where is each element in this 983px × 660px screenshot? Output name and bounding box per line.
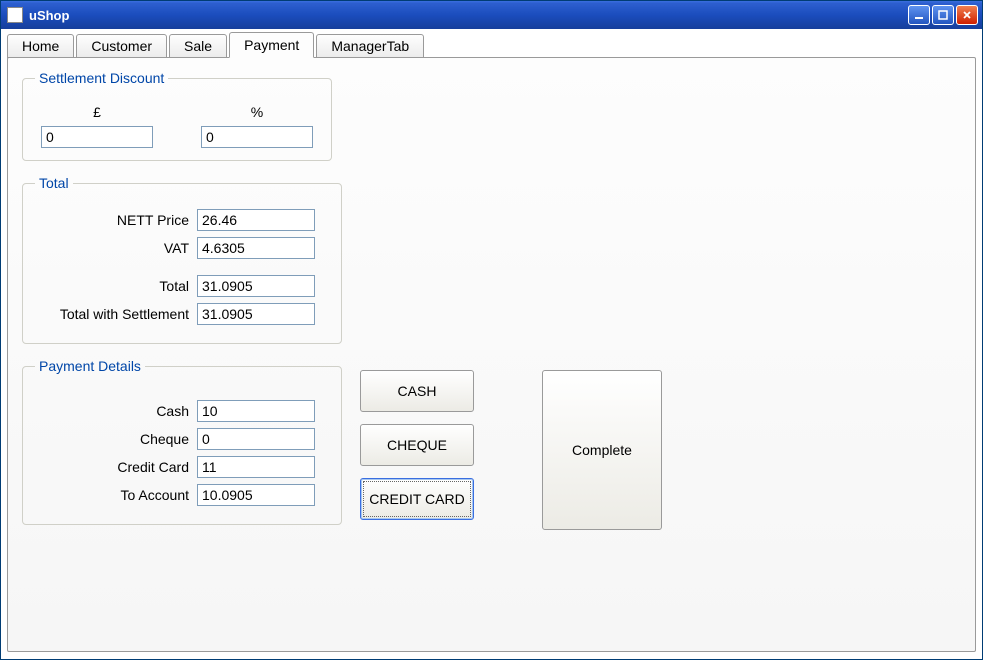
input-credit-card[interactable] bbox=[197, 456, 315, 478]
input-total-settlement[interactable] bbox=[197, 303, 315, 325]
input-cash[interactable] bbox=[197, 400, 315, 422]
group-payment-details: Payment Details Cash Cheque Credit Card bbox=[22, 358, 342, 525]
tab-sale[interactable]: Sale bbox=[169, 34, 227, 58]
payment-area: Payment Details Cash Cheque Credit Card bbox=[22, 358, 961, 539]
label-vat: VAT bbox=[35, 240, 197, 256]
client-area: Home Customer Sale Payment ManagerTab Se… bbox=[1, 29, 982, 659]
input-settlement-pound[interactable] bbox=[41, 126, 153, 148]
group-total: Total NETT Price VAT Total Total with Se… bbox=[22, 175, 342, 344]
input-total[interactable] bbox=[197, 275, 315, 297]
tab-panel-payment: Settlement Discount £ % Total NETT Price bbox=[7, 57, 976, 652]
minimize-button[interactable] bbox=[908, 5, 930, 25]
legend-settlement: Settlement Discount bbox=[35, 70, 168, 86]
input-settlement-percent[interactable] bbox=[201, 126, 313, 148]
label-total: Total bbox=[35, 278, 197, 294]
label-credit-card: Credit Card bbox=[35, 459, 197, 475]
payment-method-buttons: CASH CHEQUE CREDIT CARD bbox=[360, 358, 474, 520]
label-cheque: Cheque bbox=[35, 431, 197, 447]
button-cheque[interactable]: CHEQUE bbox=[360, 424, 474, 466]
close-icon bbox=[962, 10, 972, 20]
window-controls bbox=[908, 5, 978, 25]
complete-container: Complete bbox=[542, 358, 662, 530]
label-pound: £ bbox=[93, 104, 101, 120]
legend-payment: Payment Details bbox=[35, 358, 145, 374]
minimize-icon bbox=[914, 10, 924, 20]
button-credit-card[interactable]: CREDIT CARD bbox=[360, 478, 474, 520]
legend-total: Total bbox=[35, 175, 73, 191]
maximize-button[interactable] bbox=[932, 5, 954, 25]
window-title: uShop bbox=[29, 8, 908, 23]
tab-customer[interactable]: Customer bbox=[76, 34, 167, 58]
input-to-account[interactable] bbox=[197, 484, 315, 506]
group-settlement-discount: Settlement Discount £ % bbox=[22, 70, 332, 161]
maximize-icon bbox=[938, 10, 948, 20]
tab-home[interactable]: Home bbox=[7, 34, 74, 58]
label-percent: % bbox=[251, 104, 263, 120]
label-nett-price: NETT Price bbox=[35, 212, 197, 228]
button-cash[interactable]: CASH bbox=[360, 370, 474, 412]
titlebar: uShop bbox=[1, 1, 982, 29]
app-window: uShop Home Customer Sale Payment Manager… bbox=[0, 0, 983, 660]
label-cash: Cash bbox=[35, 403, 197, 419]
tab-payment[interactable]: Payment bbox=[229, 32, 314, 58]
tab-manager[interactable]: ManagerTab bbox=[316, 34, 424, 58]
input-cheque[interactable] bbox=[197, 428, 315, 450]
input-nett-price[interactable] bbox=[197, 209, 315, 231]
close-button[interactable] bbox=[956, 5, 978, 25]
label-total-settlement: Total with Settlement bbox=[35, 306, 197, 322]
label-to-account: To Account bbox=[35, 487, 197, 503]
app-icon bbox=[7, 7, 23, 23]
input-vat[interactable] bbox=[197, 237, 315, 259]
tab-strip: Home Customer Sale Payment ManagerTab bbox=[7, 33, 976, 57]
button-complete[interactable]: Complete bbox=[542, 370, 662, 530]
